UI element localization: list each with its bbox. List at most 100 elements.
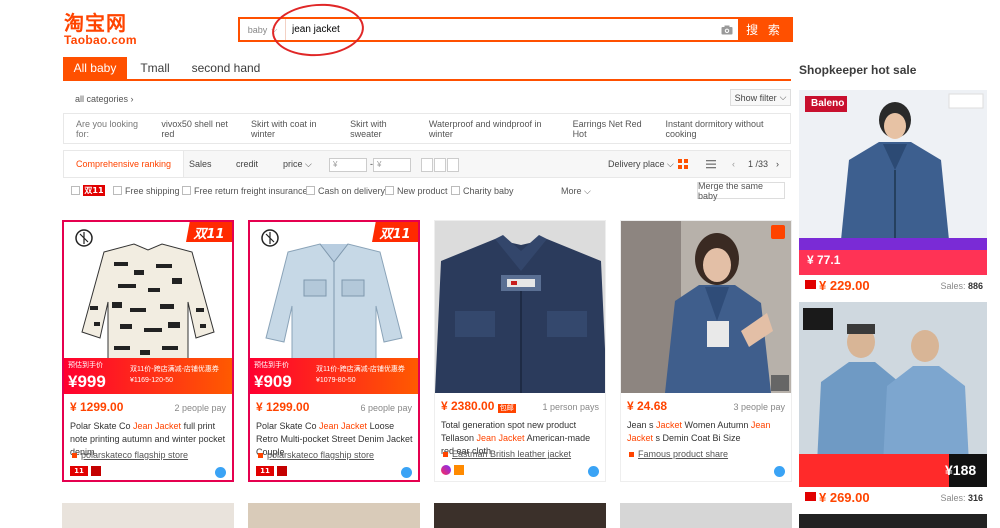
product-card-partial[interactable] <box>620 503 792 528</box>
product-price: ¥ 1299.00 <box>256 400 310 414</box>
product-card[interactable]: ¥ 24.68 3 people pay Jean s Jacket Women… <box>620 220 792 482</box>
free-return-label[interactable]: Free return freight insurance <box>194 186 308 196</box>
double11-icon: 11 <box>256 466 274 476</box>
hot-sale-title: Shopkeeper hot sale <box>799 63 917 77</box>
product-image[interactable] <box>621 221 791 393</box>
sort-sales[interactable]: Sales <box>189 151 212 177</box>
shop-badge-icon <box>771 225 785 239</box>
show-filter-button[interactable]: Show filter ⌵ <box>730 89 791 106</box>
shop-link[interactable]: Famous product share <box>629 449 728 459</box>
hot-item-brand: Baleno <box>811 98 845 109</box>
promo-small-label: 预估到手价 <box>254 362 289 369</box>
hot-item[interactable]: ¥188 ¥ 269.00 Sales: 316 <box>799 302 987 508</box>
sales-count: 316 <box>967 493 983 503</box>
free-shipping-label[interactable]: Free shipping <box>125 186 180 196</box>
logo-cn: 淘宝网 <box>64 11 127 35</box>
new-product-checkbox[interactable] <box>385 186 394 195</box>
hot-item[interactable]: Baleno ¥ 77.1 ¥ 229.00 Sales: 886 <box>799 90 987 296</box>
sort-credit[interactable]: credit <box>236 151 258 177</box>
product-price: ¥ 24.68 <box>627 399 668 413</box>
view-toggle-placeholder[interactable] <box>421 158 459 172</box>
promo-breakdown: ¥1079-80-50 <box>316 377 356 384</box>
wangwang-chat-icon[interactable] <box>215 467 226 478</box>
suggestion-item[interactable]: Skirt with coat in winter <box>251 119 338 139</box>
product-image[interactable]: 双11 预估到手价 ¥999 双11价-跨店满减-店铺优惠券 ¥1169-120… <box>64 222 232 394</box>
all-categories-link[interactable]: all categories › <box>75 94 134 104</box>
promo-banner: 预估到手价 ¥909 双11价-跨店满减-店铺优惠券 ¥1079-80-50 <box>250 358 418 394</box>
shop-link[interactable]: Eastman British leather jacket <box>443 449 571 459</box>
merge-same-baby-button[interactable]: Merge the same baby <box>697 181 785 201</box>
camera-icon[interactable] <box>716 19 738 40</box>
category-row: all categories › Show filter ⌵ <box>63 87 791 109</box>
page-indicator: 1 /33 <box>748 159 769 169</box>
search-scope-label: baby <box>247 24 268 35</box>
sort-price[interactable]: price ⌵ <box>283 151 312 177</box>
product-image[interactable]: 双11 预估到手价 ¥909 双11价-跨店满减-店铺优惠券 ¥1079-80-… <box>250 222 418 394</box>
product-card[interactable]: 双11 预估到手价 ¥999 双11价-跨店满减-店铺优惠券 ¥1169-120… <box>62 220 234 482</box>
suggestion-item[interactable]: Instant dormitory without cooking <box>666 119 791 139</box>
title-part: Jean s <box>627 420 657 430</box>
tab-second-hand[interactable]: second hand <box>191 57 261 79</box>
sort-bar: Comprehensive ranking Sales credit price… <box>63 150 791 178</box>
free-shipping-checkbox[interactable] <box>113 186 122 195</box>
cod-label[interactable]: Cash on delivery <box>318 186 385 196</box>
product-card-partial[interactable] <box>62 503 234 528</box>
badge-icons <box>441 465 464 475</box>
sort-comprehensive[interactable]: Comprehensive ranking <box>64 151 185 177</box>
cod-checkbox[interactable] <box>306 186 315 195</box>
hot-item-partial[interactable] <box>799 514 987 528</box>
tab-all-baby[interactable]: All baby <box>63 57 127 79</box>
double11-checkbox[interactable] <box>71 186 80 195</box>
wangwang-chat-icon[interactable] <box>774 466 785 477</box>
promo-small-label: 预估到手价 <box>68 362 103 369</box>
suggestion-item[interactable]: Earrings Net Red Hot <box>573 119 654 139</box>
charity-checkbox[interactable] <box>451 186 460 195</box>
product-image[interactable] <box>435 221 605 393</box>
title-highlight: Jean Jacket <box>133 421 182 431</box>
more-filters[interactable]: More ⌵ <box>561 186 591 197</box>
hot-item-promo-price: ¥188 <box>945 462 977 478</box>
wangwang-chat-icon[interactable] <box>588 466 599 477</box>
taobao-logo[interactable]: 淘宝网 Taobao.com <box>64 12 144 48</box>
chevron-down-icon: ⌵ <box>584 186 591 196</box>
shop-link[interactable]: polarskateco flagship store <box>258 450 374 460</box>
new-product-label[interactable]: New product <box>397 186 448 196</box>
next-page-icon[interactable]: › <box>776 151 779 177</box>
prev-page-icon[interactable]: ‹ <box>732 151 735 177</box>
suggestion-item[interactable]: vivox50 shell net red <box>161 119 239 139</box>
guarantee-icon <box>454 465 464 475</box>
hot-item-image[interactable]: Baleno ¥ 77.1 <box>799 90 987 275</box>
suggestion-item[interactable]: Waterproof and windproof in winter <box>429 119 561 139</box>
promo-price: ¥909 <box>254 372 292 391</box>
price-from-input[interactable]: ¥ <box>329 158 367 172</box>
charity-label[interactable]: Charity baby <box>463 186 514 196</box>
chevron-down-icon: ⌵ <box>305 158 312 169</box>
price-to-input[interactable]: ¥ <box>373 158 411 172</box>
shop-link[interactable]: polarskateco flagship store <box>72 450 188 460</box>
free-shipping-tag: 包邮 <box>497 404 516 413</box>
tab-tmall[interactable]: Tmall <box>137 57 173 79</box>
tmall-icon <box>277 466 287 476</box>
product-card-partial[interactable] <box>434 503 606 528</box>
show-filter-label: Show filter <box>734 92 777 103</box>
search-button[interactable]: 搜 索 <box>738 19 791 40</box>
promo-banner: 预估到手价 ¥999 双11价-跨店满减-店铺优惠券 ¥1169-120-50 <box>64 358 232 394</box>
hot-item-sales: Sales: 886 <box>940 281 983 291</box>
badge-icons: 11 <box>70 466 101 476</box>
product-card[interactable]: ¥ 2380.00 包邮 1 person pays Total generat… <box>434 220 606 482</box>
wangwang-chat-icon[interactable] <box>401 467 412 478</box>
promo-price: ¥999 <box>68 372 106 391</box>
title-highlight: Jean Jacket <box>476 433 525 443</box>
suggestion-item[interactable]: Skirt with sweater <box>350 119 417 139</box>
product-card-partial[interactable] <box>248 503 420 528</box>
suggestion-label: Are you looking for: <box>76 118 139 139</box>
product-title[interactable]: Jean s Jacket Women Autumn Jean Jacket s… <box>627 419 787 445</box>
list-view-icon[interactable] <box>706 159 716 169</box>
free-return-checkbox[interactable] <box>182 186 191 195</box>
grid-view-icon[interactable] <box>678 159 688 169</box>
hot-item-sales: Sales: 316 <box>940 493 983 503</box>
search-tabs: All baby Tmall second hand <box>63 57 791 81</box>
hot-item-image[interactable]: ¥188 <box>799 302 987 487</box>
delivery-place-dropdown[interactable]: Delivery place ⌵ <box>608 151 674 177</box>
product-card[interactable]: 双11 预估到手价 ¥909 双11价-跨店满减-店铺优惠券 ¥1079-80-… <box>248 220 420 482</box>
